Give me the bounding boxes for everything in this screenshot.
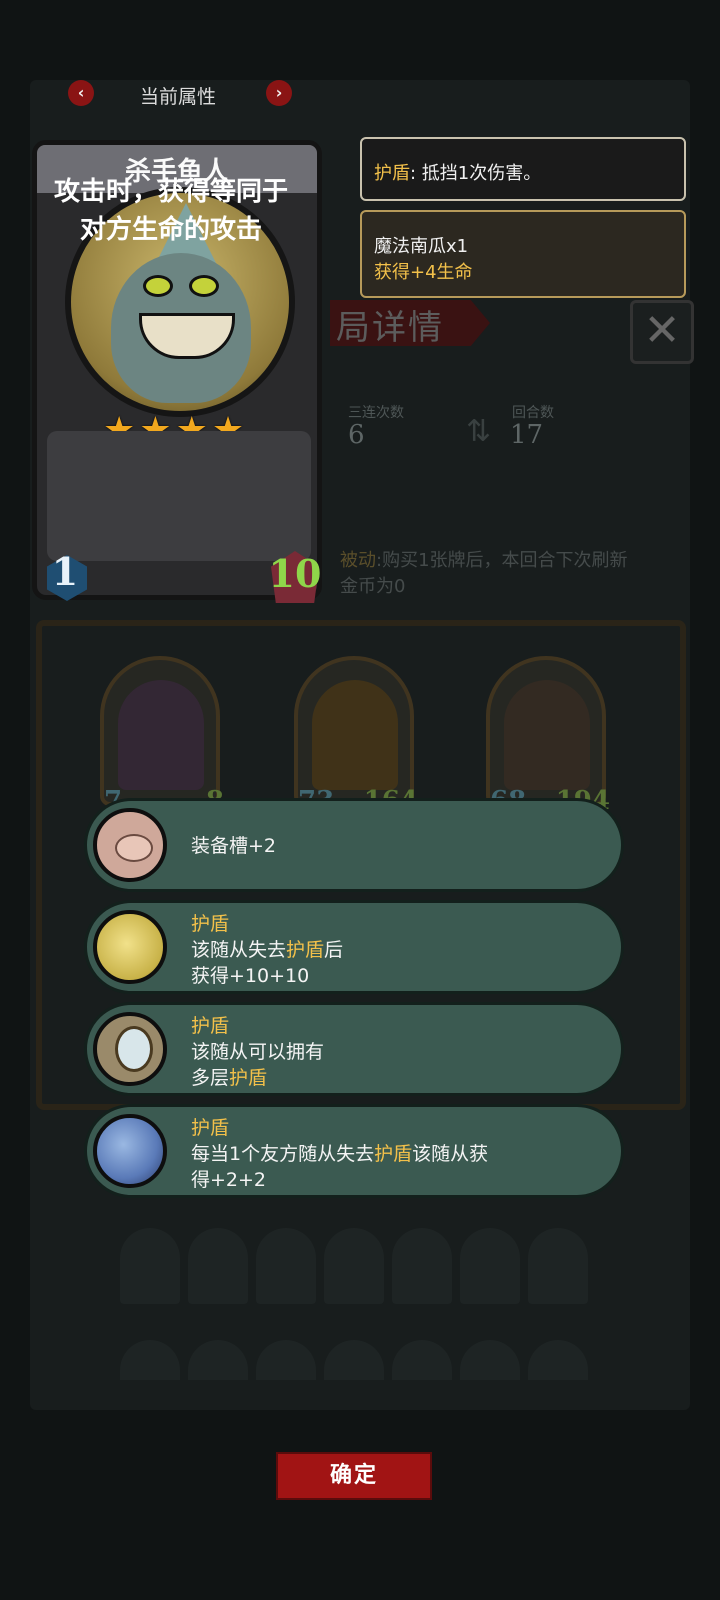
mirror-icon	[93, 1012, 167, 1086]
board-minion-1: 7 8	[100, 656, 224, 816]
chevron-right-icon[interactable]: ›	[266, 80, 292, 106]
planet-icon	[93, 1114, 167, 1188]
shield-keyword: 护盾	[374, 163, 410, 184]
card-health: 10	[268, 551, 322, 596]
board-minion-2: 73 164	[294, 656, 418, 816]
passive-text-2: 金币为0	[340, 576, 406, 597]
effect-title: 护盾	[191, 1117, 230, 1139]
stat-rounds-value: 17	[510, 420, 544, 450]
minion-portrait	[312, 680, 398, 790]
card-description-box	[47, 431, 311, 561]
effect-row-multi-shield: 护盾 该随从可以拥有 多层护盾	[84, 1002, 624, 1096]
page-title: 当前属性	[140, 86, 217, 108]
effect-row-shield-lost: 护盾 该随从失去护盾后 获得+10+10	[84, 900, 624, 994]
minion-portrait	[504, 680, 590, 790]
fish-eye-right	[189, 275, 219, 297]
confirm-button[interactable]: 确定	[276, 1452, 432, 1500]
effect-row-equipment: 装备槽+2	[84, 798, 624, 892]
background-minion-row-1	[120, 1228, 620, 1308]
refresh-icon: ⇅	[466, 414, 492, 449]
close-icon: ✕	[630, 300, 694, 364]
effect-line: 该随从获	[412, 1143, 489, 1165]
effect-row-friendly-shield: 护盾 每当1个友方随从失去护盾该随从获 得+2+2	[84, 1104, 624, 1198]
passive-description: 被动:购买1张牌后，本回合下次刷新 金币为0	[340, 548, 628, 600]
card-tier: 1	[51, 549, 79, 594]
effect-line: 得+2+2	[191, 1169, 267, 1191]
effect-line: 获得+10+10	[191, 965, 310, 987]
item-effect: 获得+4生命	[374, 262, 473, 283]
board-minion-3: 68 194	[486, 656, 610, 816]
item-name: 魔法南瓜x1	[374, 236, 469, 257]
shield-description: : 抵挡1次伤害。	[410, 163, 542, 184]
fish-eye-left	[143, 275, 173, 297]
effect-line: 多层	[191, 1067, 230, 1089]
chevron-left-icon[interactable]: ‹	[68, 80, 94, 106]
passive-label: 被动	[340, 550, 376, 571]
effect-text: 装备槽+2	[191, 835, 277, 857]
pig-icon	[93, 808, 167, 882]
effect-line: 该随从失去	[191, 939, 287, 961]
minion-card: 杀手鱼人 ★ ★ ★ ★ 攻击时，获得等同于对方生命的攻击 1 10	[32, 140, 322, 603]
effect-text: 护盾 每当1个友方随从失去护盾该随从获 得+2+2	[191, 1115, 488, 1193]
stat-triples-label: 三连次数	[348, 405, 404, 421]
effect-title: 护盾	[191, 1015, 230, 1037]
background-panel-title: 局详情	[336, 308, 444, 348]
minion-portrait	[118, 680, 204, 790]
effect-keyword: 护盾	[229, 1067, 268, 1089]
passive-text: :购买1张牌后，本回合下次刷新	[376, 550, 628, 571]
stat-rounds-label: 回合数	[512, 405, 554, 421]
effect-title: 护盾	[191, 913, 230, 935]
background-minion-row-2	[120, 1340, 620, 1380]
card-description: 攻击时，获得等同于对方生命的攻击	[53, 177, 288, 245]
effect-text: 护盾 该随从失去护盾后 获得+10+10	[191, 911, 343, 989]
effect-line: 该随从可以拥有	[191, 1041, 325, 1063]
moon-icon	[93, 910, 167, 984]
effect-keyword: 护盾	[374, 1143, 413, 1165]
effect-text: 护盾 该随从可以拥有 多层护盾	[191, 1013, 324, 1091]
stat-triples-value: 6	[348, 420, 365, 450]
shield-tooltip: 护盾: 抵挡1次伤害。	[360, 137, 686, 201]
effect-line: 每当1个友方随从失去	[191, 1143, 375, 1165]
effect-keyword: 护盾	[286, 939, 325, 961]
item-tooltip: 魔法南瓜x1 获得+4生命	[360, 210, 686, 298]
effect-line: 后	[324, 939, 344, 961]
